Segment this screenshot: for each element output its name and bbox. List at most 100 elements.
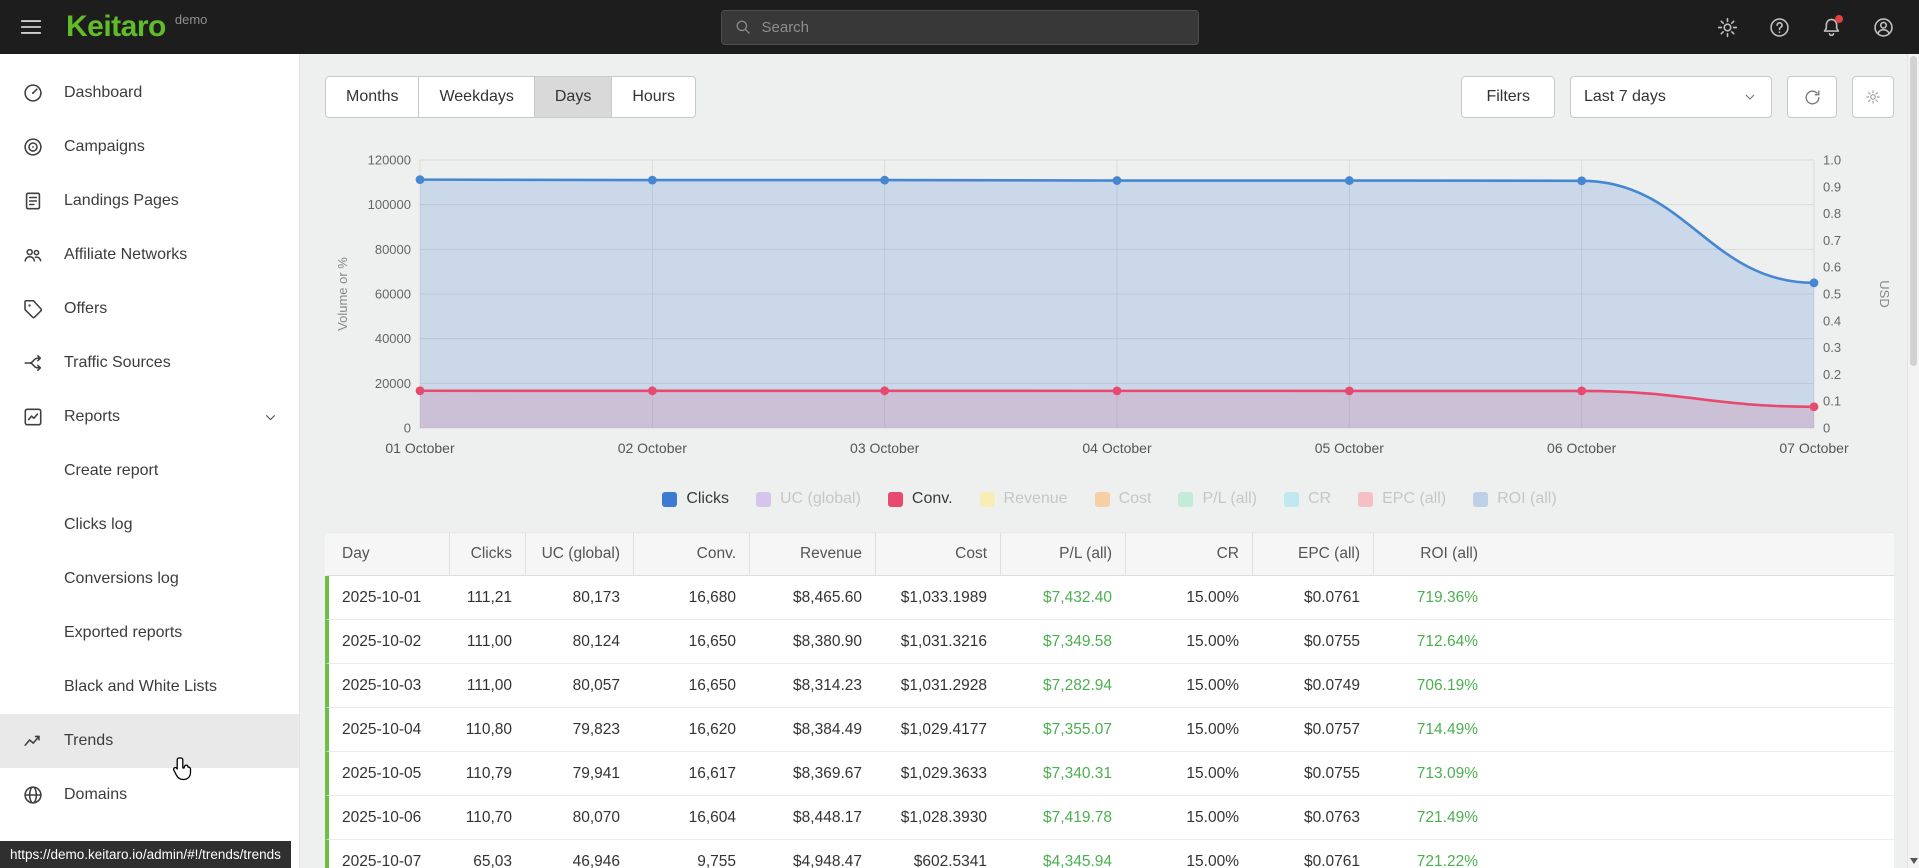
table-row[interactable]: 2025-10-03 111,00 80,057 16,650 $8,314.23 $1,… <box>325 664 1894 708</box>
cell-clicks: 111,00 <box>466 632 512 650</box>
cell-cr: 15.00% <box>1186 720 1239 738</box>
cell-pl: $7,355.07 <box>1043 720 1112 738</box>
column-header-uc-global[interactable]: UC (global) <box>525 533 633 575</box>
cell-epc: $0.0749 <box>1303 676 1360 694</box>
svg-text:0: 0 <box>404 421 411 436</box>
svg-text:05 October: 05 October <box>1315 440 1385 456</box>
cell-revenue: $8,369.67 <box>793 764 862 782</box>
cell-conv: 9,755 <box>697 852 736 868</box>
sidebar-item-traffic-sources[interactable]: Traffic Sources <box>0 336 299 390</box>
reports-icon <box>22 406 44 428</box>
tab-hours[interactable]: Hours <box>612 76 697 118</box>
settings-icon[interactable] <box>1716 16 1739 39</box>
legend-item-cost[interactable]: Cost <box>1094 490 1151 508</box>
cell-cr: 15.00% <box>1186 764 1239 782</box>
legend-item-clicks[interactable]: Clicks <box>662 490 729 508</box>
sidebar-item-clicks-log[interactable]: Clicks log <box>0 498 299 552</box>
sidebar-item-label: Landings Pages <box>64 192 179 209</box>
column-header-revenue[interactable]: Revenue <box>749 533 875 575</box>
legend-label: CR <box>1308 490 1332 507</box>
global-search[interactable] <box>720 9 1199 45</box>
date-range-select[interactable]: Last 7 days <box>1570 76 1772 118</box>
sidebar-item-exported-reports[interactable]: Exported reports <box>0 606 299 660</box>
offers-icon <box>22 298 44 320</box>
cell-uc: 79,823 <box>572 720 620 738</box>
column-header-clicks[interactable]: Clicks <box>449 533 525 575</box>
tab-months[interactable]: Months <box>325 76 420 118</box>
svg-text:0.8: 0.8 <box>1823 206 1841 221</box>
sidebar-item-dashboard[interactable]: Dashboard <box>0 66 299 120</box>
table-row[interactable]: 2025-10-01 111,21 80,173 16,680 $8,465.60 $1,… <box>325 576 1894 620</box>
trends-toolbar: Months Weekdays Days Hours Filters Last 7 d… <box>325 76 1894 118</box>
table-row[interactable]: 2025-10-04 110,80 79,823 16,620 $8,384.49 $1,… <box>325 708 1894 752</box>
legend-label: P/L (all) <box>1202 490 1257 507</box>
sidebar-item-label: Domains <box>64 786 128 803</box>
legend-item-epc-all[interactable]: EPC (all) <box>1358 490 1446 508</box>
legend-label: Revenue <box>1003 490 1068 507</box>
svg-text:100000: 100000 <box>368 197 411 212</box>
cell-conv: 16,617 <box>688 764 736 782</box>
legend-swatch <box>887 491 903 507</box>
tab-weekdays[interactable]: Weekdays <box>419 76 535 118</box>
sidebar-item-label: Conversions log <box>64 570 179 587</box>
table-row[interactable]: 2025-10-07 65,03 46,946 9,755 $4,948.47 $602.… <box>325 840 1894 868</box>
status-url: https://demo.keitaro.io/admin/#!/trends/… <box>10 847 281 862</box>
sidebar-item-domains[interactable]: Domains <box>0 768 299 822</box>
notifications-bell-icon[interactable] <box>1820 14 1843 39</box>
search-input[interactable] <box>761 18 1186 36</box>
sidebar-item-reports[interactable]: Reports <box>0 390 299 444</box>
brand[interactable]: Keitaro demo <box>66 10 207 44</box>
refresh-button[interactable] <box>1787 76 1837 118</box>
column-header-cr[interactable]: CR <box>1125 533 1252 575</box>
cell-cr: 15.00% <box>1186 852 1239 868</box>
sidebar-item-label: Clicks log <box>64 516 133 533</box>
sidebar-item-label: Affiliate Networks <box>64 246 188 263</box>
table-row[interactable]: 2025-10-05 110,79 79,941 16,617 $8,369.67 $1,… <box>325 752 1894 796</box>
column-header-roi-all[interactable]: ROI (all) <box>1373 533 1491 575</box>
legend-item-revenue[interactable]: Revenue <box>979 490 1068 508</box>
cell-pl: $7,349.58 <box>1043 632 1112 650</box>
column-header-day[interactable]: Day <box>329 533 449 575</box>
help-icon[interactable] <box>1768 16 1791 39</box>
column-header-p-l-all[interactable]: P/L (all) <box>1000 533 1125 575</box>
cell-clicks: 65,03 <box>473 852 512 868</box>
table-row[interactable]: 2025-10-06 110,70 80,070 16,604 $8,448.17 $1,… <box>325 796 1894 840</box>
svg-text:0.7: 0.7 <box>1823 233 1841 248</box>
legend-item-p-l-all[interactable]: P/L (all) <box>1178 490 1257 508</box>
sidebar-item-campaigns[interactable]: Campaigns <box>0 120 299 174</box>
cell-clicks: 111,21 <box>466 588 512 606</box>
env-badge: demo <box>174 11 208 27</box>
cell-uc: 46,946 <box>572 852 620 868</box>
sidebar-item-label: Campaigns <box>64 138 145 155</box>
column-header-cost[interactable]: Cost <box>875 533 1000 575</box>
legend-label: Conv. <box>911 490 953 507</box>
sidebar-item-affiliate-networks[interactable]: Affiliate Networks <box>0 228 299 282</box>
sidebar-item-offers[interactable]: Offers <box>0 282 299 336</box>
table-row[interactable]: 2025-10-02 111,00 80,124 16,650 $8,380.90 $1,… <box>325 620 1894 664</box>
legend-item-cr[interactable]: CR <box>1284 490 1331 508</box>
chart-settings-button[interactable] <box>1852 76 1894 118</box>
account-icon[interactable] <box>1872 16 1895 39</box>
tab-days[interactable]: Days <box>534 76 613 118</box>
sidebar-item-landings-pages[interactable]: Landings Pages <box>0 174 299 228</box>
page-scrollbar[interactable] <box>1907 54 1919 868</box>
legend-item-roi-all[interactable]: ROI (all) <box>1473 490 1557 508</box>
cell-conv: 16,680 <box>688 588 736 606</box>
filters-button[interactable]: Filters <box>1461 76 1555 118</box>
scrollbar-down-arrow[interactable] <box>1909 858 1918 864</box>
chevron-down-icon <box>262 409 279 426</box>
sidebar-item-label: Traffic Sources <box>64 354 171 371</box>
column-header-conv[interactable]: Conv. <box>633 533 749 575</box>
sidebar-item-create-report[interactable]: Create report <box>0 444 299 498</box>
cell-roi: 713.09% <box>1416 764 1478 782</box>
scrollbar-thumb[interactable] <box>1910 56 1917 366</box>
sidebar-item-black-and-white-lists[interactable]: Black and White Lists <box>0 660 299 714</box>
cell-pl: $7,419.78 <box>1043 808 1112 826</box>
cell-clicks: 110,80 <box>465 720 512 738</box>
menu-toggle-icon[interactable] <box>18 14 44 40</box>
sidebar-item-trends[interactable]: Trends <box>0 714 299 768</box>
legend-item-uc-global[interactable]: UC (global) <box>755 490 861 508</box>
column-header-epc-all[interactable]: EPC (all) <box>1252 533 1373 575</box>
sidebar-item-conversions-log[interactable]: Conversions log <box>0 552 299 606</box>
legend-item-conv[interactable]: Conv. <box>887 490 953 508</box>
